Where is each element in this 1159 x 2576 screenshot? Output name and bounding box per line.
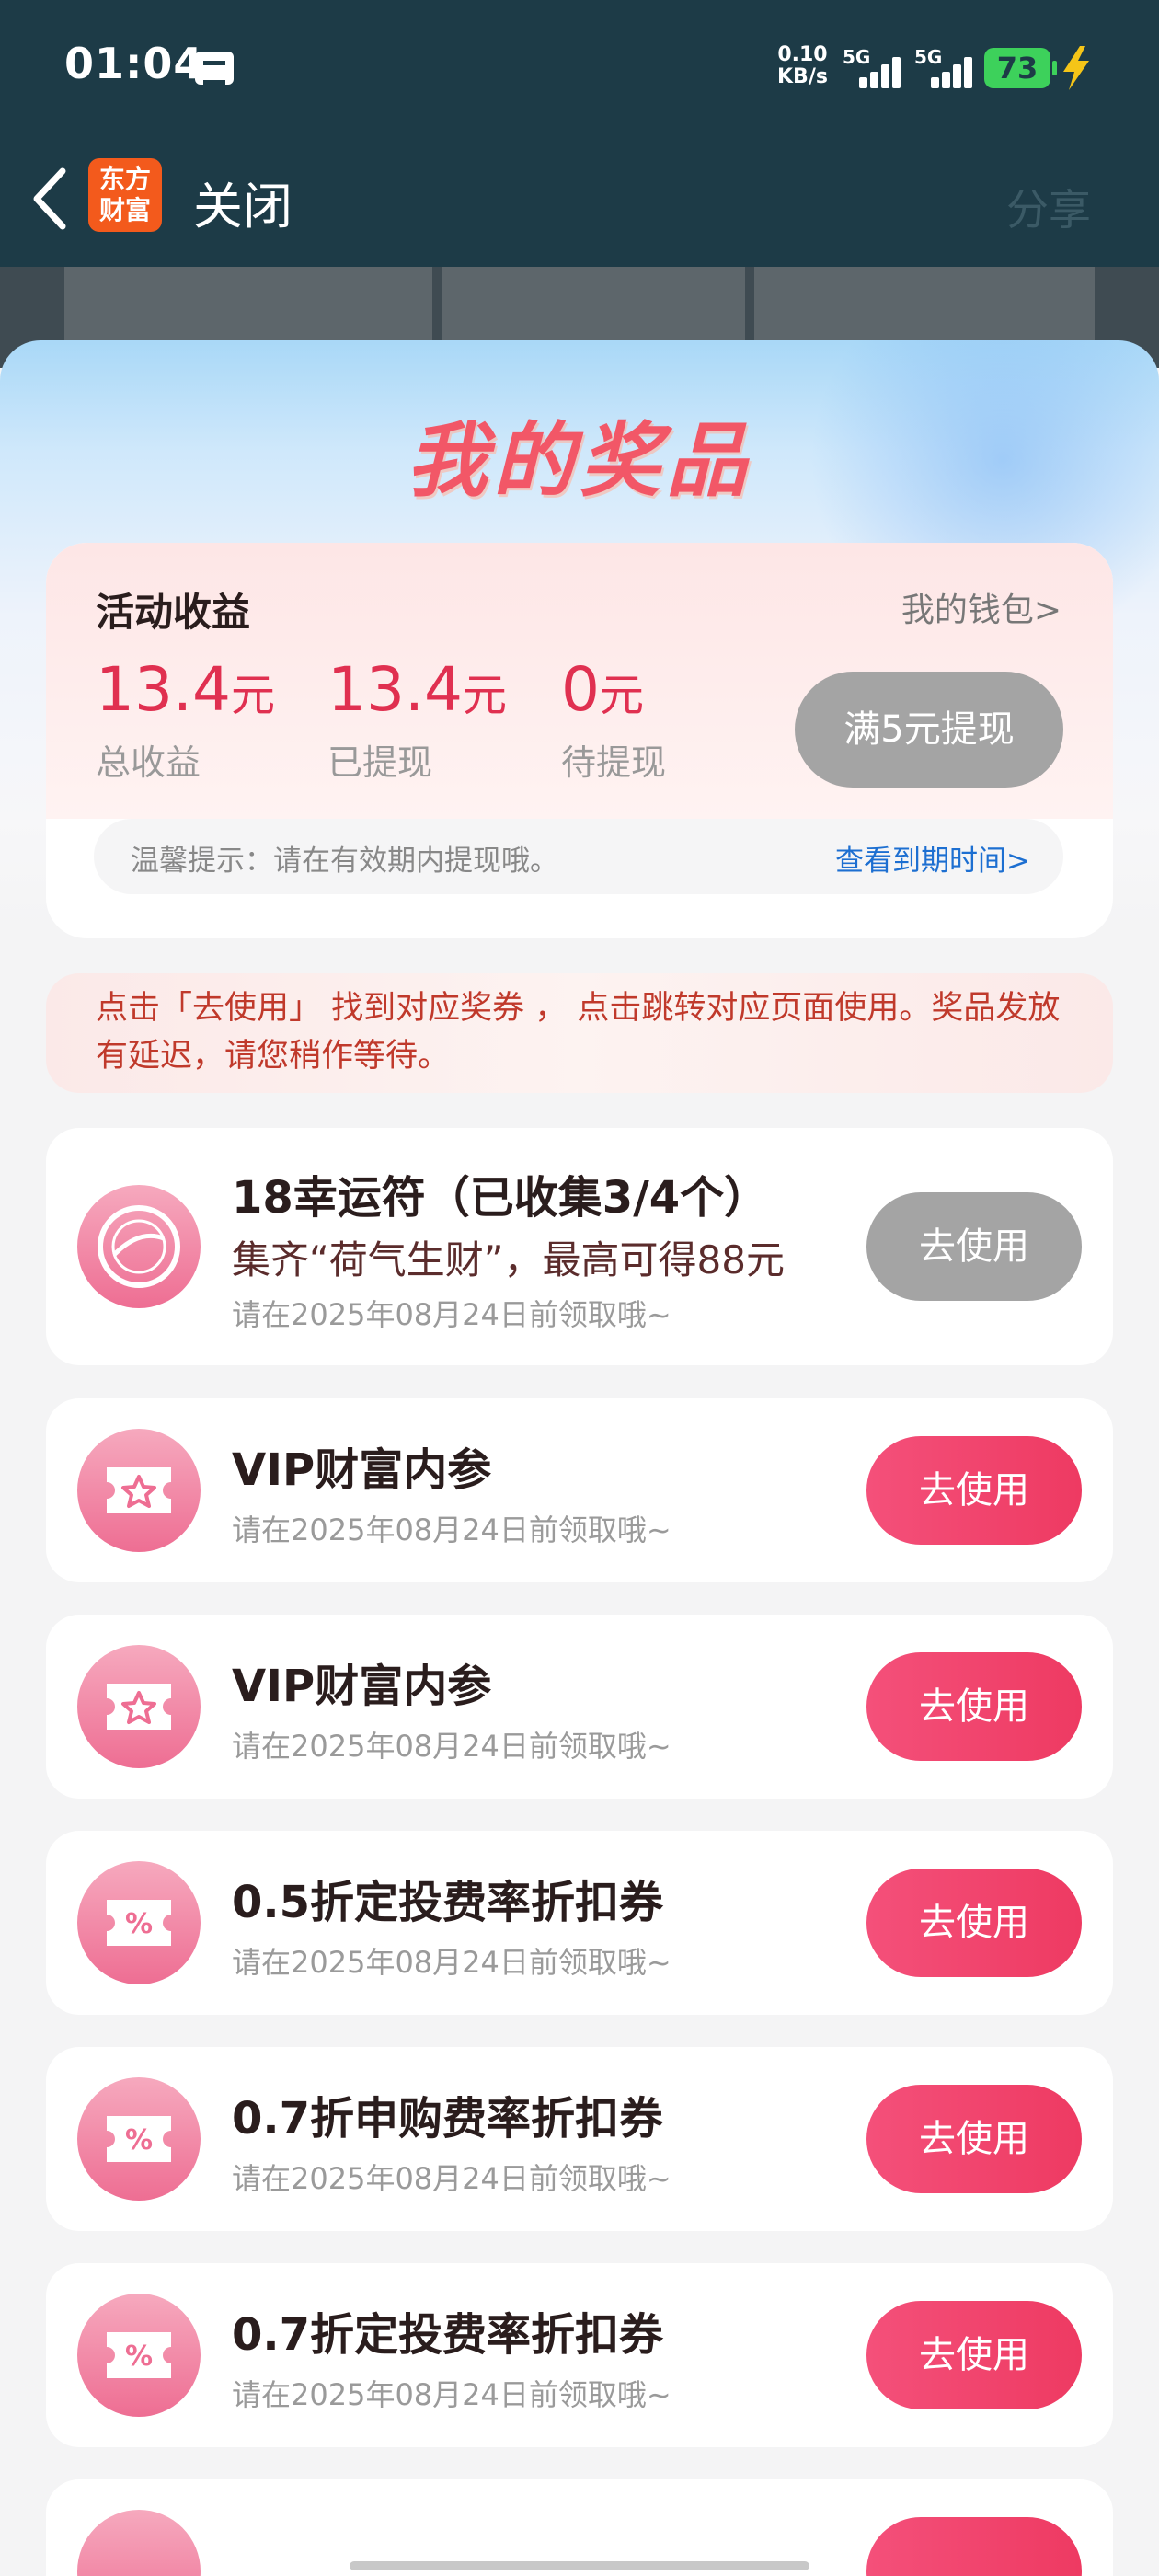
stat-pending-value: 0 [561,654,600,725]
svg-text:%: % [125,1908,153,1940]
nav-bar [0,147,1159,248]
use-button-partial[interactable] [866,2517,1082,2576]
back-arrow-icon[interactable] [26,164,77,234]
signal-2-label: 5G [914,46,943,68]
status-bar: 01:04 0.10 KB/s 5G 5G 73 [0,0,1159,138]
stat-withdrawn-value: 13.4 [327,654,463,725]
battery-icon: 73 [984,48,1057,88]
charging-bolt-icon [1063,46,1089,90]
page-title: 我的奖品 [406,413,752,508]
svg-text:%: % [125,2340,153,2373]
prize-deadline: 请在2025年08月24日前领取哦~ [232,2377,671,2412]
stat-total-unit: 元 [230,670,275,721]
prize-item: VIP财富内参 请在2025年08月24日前领取哦~ 去使用 [46,1398,1113,1582]
app-logo-line1: 东方 [98,164,151,194]
signal-1-icon: 5G [843,46,907,88]
stat-pending-label: 待提现 [561,742,667,783]
tip-box: 温馨提示：请在有效期内提现哦。 查看到期时间> [94,819,1063,894]
use-button[interactable]: 去使用 [866,1652,1082,1761]
earnings-title: 活动收益 [96,590,251,635]
stat-pending: 0元 待提现 [561,653,666,785]
stat-pending-unit: 元 [600,670,645,721]
prize-deadline: 请在2025年08月24日前领取哦~ [232,1512,671,1547]
use-button[interactable]: 去使用 [866,2085,1082,2193]
percent-ticket-icon [77,2510,201,2576]
app-logo-line2: 财富 [98,195,151,225]
prize-item: % 0.7折申购费率折扣券 请在2025年08月24日前领取哦~ 去使用 [46,2047,1113,2231]
view-expiry-link[interactable]: 查看到期时间> [835,837,1030,879]
close-button[interactable]: 关闭 [193,166,293,238]
svg-text:%: % [125,2124,153,2156]
stat-withdrawn-label: 已提现 [327,742,433,783]
tip-text: 温馨提示：请在有效期内提现哦。 [131,845,558,878]
usage-notice-text: 点击「去使用」 找到对应奖券 ， 点击跳转对应页面使用。奖品发放有延迟，请您稍作… [96,990,1061,1075]
prize-item: VIP财富内参 请在2025年08月24日前领取哦~ 去使用 [46,1615,1113,1799]
network-speed-unit: KB/s [777,65,828,88]
prize-title: 18幸运符（已收集3/4个） [232,1172,769,1224]
use-button-disabled[interactable]: 去使用 [866,1192,1082,1301]
prize-subtitle: 集齐“荷气生财”，最高可得88元 [232,1237,785,1282]
stat-withdrawn-unit: 元 [462,670,507,721]
signal-2-icon: 5G [914,46,979,88]
lucky-charm-icon [77,1185,201,1308]
star-ticket-icon [77,1429,201,1552]
use-button[interactable]: 去使用 [866,1869,1082,1977]
prize-deadline: 请在2025年08月24日前领取哦~ [232,1297,671,1332]
prize-deadline: 请在2025年08月24日前领取哦~ [232,2161,671,2196]
home-indicator[interactable] [350,2561,809,2570]
signal-1-label: 5G [843,46,871,68]
prize-panel: 我的奖品 活动收益 我的钱包> 13.4元 总收益 13.4元 已提现 0元 待… [0,340,1159,2576]
use-button[interactable]: 去使用 [866,2301,1082,2409]
percent-ticket-icon: % [77,1861,201,1984]
share-button[interactable]: 分享 [1006,177,1091,237]
withdraw-button[interactable]: 满5元提现 [795,672,1063,788]
percent-ticket-icon: % [77,2294,201,2417]
prize-title: 0.7折定投费率折扣券 [232,2309,664,2361]
prize-title: 0.5折定投费率折扣券 [232,1877,664,1928]
network-speed: 0.10 KB/s [777,44,828,88]
use-button[interactable]: 去使用 [866,1436,1082,1545]
stat-total-label: 总收益 [96,742,201,783]
sim-card-icon [195,52,234,85]
my-wallet-link[interactable]: 我的钱包> [901,583,1061,631]
usage-notice: 点击「去使用」 找到对应奖券 ， 点击跳转对应页面使用。奖品发放有延迟，请您稍作… [46,973,1113,1093]
stat-total-value: 13.4 [96,654,231,725]
app-logo: 东方 财富 [88,158,162,232]
prize-title: VIP财富内参 [232,1444,492,1496]
network-speed-value: 0.10 [777,43,828,66]
prize-item: 18幸运符（已收集3/4个） 集齐“荷气生财”，最高可得88元 请在2025年0… [46,1128,1113,1365]
earnings-card: 活动收益 我的钱包> 13.4元 总收益 13.4元 已提现 0元 待提现 满5… [46,543,1113,938]
prize-item: % 0.7折定投费率折扣券 请在2025年08月24日前领取哦~ 去使用 [46,2263,1113,2447]
stat-withdrawn: 13.4元 已提现 [327,653,507,785]
prize-title: 0.7折申购费率折扣券 [232,2093,664,2145]
star-ticket-icon [77,1645,201,1768]
prize-deadline: 请在2025年08月24日前领取哦~ [232,1945,671,1980]
percent-ticket-icon: % [77,2077,201,2201]
prize-title: VIP财富内参 [232,1661,492,1712]
stat-total: 13.4元 总收益 [96,653,275,785]
prize-item: % 0.5折定投费率折扣券 请在2025年08月24日前领取哦~ 去使用 [46,1831,1113,2015]
status-time: 01:04 [64,39,204,88]
prize-deadline: 请在2025年08月24日前领取哦~ [232,1729,671,1764]
